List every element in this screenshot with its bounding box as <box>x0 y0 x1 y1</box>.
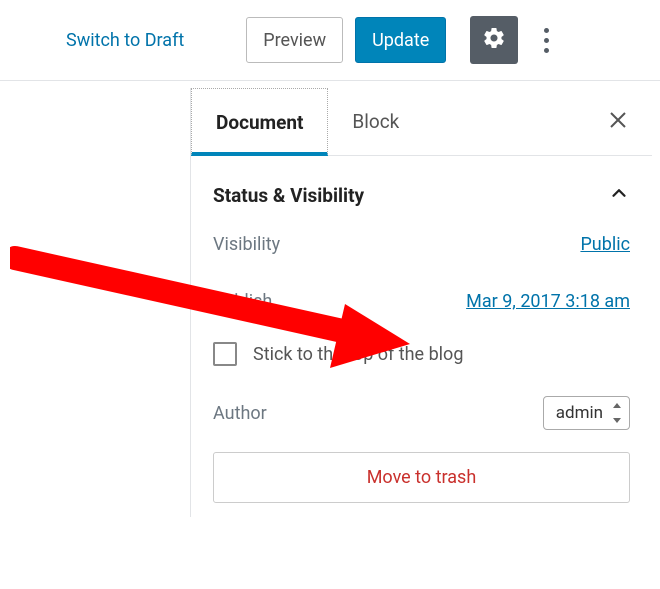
chevron-up-icon <box>608 182 630 208</box>
publish-date-link[interactable]: Mar 9, 2017 3:18 am <box>466 291 630 312</box>
sticky-label: Stick to the top of the blog <box>253 344 463 365</box>
author-label: Author <box>213 403 267 424</box>
update-button[interactable]: Update <box>355 17 446 63</box>
visibility-value-link[interactable]: Public <box>580 234 630 255</box>
switch-to-draft-link[interactable]: Switch to Draft <box>66 30 184 51</box>
settings-panel: Document Block Status & Visibility Visib… <box>190 88 652 517</box>
move-to-trash-button[interactable]: Move to trash <box>213 452 630 503</box>
author-select[interactable]: admin <box>543 396 630 430</box>
sticky-checkbox[interactable] <box>213 342 237 366</box>
preview-button[interactable]: Preview <box>246 17 343 63</box>
dots-icon <box>544 28 549 33</box>
section-title: Status & Visibility <box>213 184 364 207</box>
tab-block[interactable]: Block <box>328 88 423 155</box>
tab-document[interactable]: Document <box>191 88 328 156</box>
settings-button[interactable] <box>470 16 518 64</box>
more-options-button[interactable] <box>530 18 563 63</box>
close-panel-button[interactable] <box>584 108 652 136</box>
visibility-label: Visibility <box>213 234 280 255</box>
gear-icon <box>482 26 506 54</box>
close-icon <box>608 108 628 136</box>
publish-label: Publish <box>213 291 272 312</box>
status-visibility-header[interactable]: Status & Visibility <box>213 176 630 224</box>
